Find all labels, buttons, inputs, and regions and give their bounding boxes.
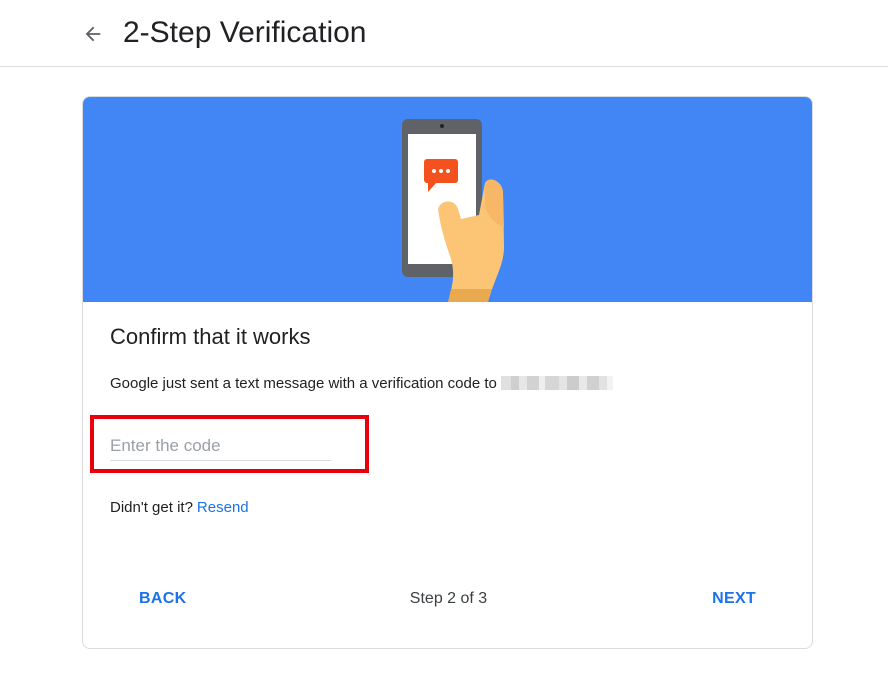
next-button[interactable]: NEXT <box>696 586 772 612</box>
verification-card: Confirm that it works Google just sent a… <box>82 96 813 649</box>
verification-message: Google just sent a text message with a v… <box>110 374 613 394</box>
resend-line: Didn't get it? Resend <box>110 498 249 518</box>
message-text: Google just sent a text message with a v… <box>110 375 497 392</box>
card-heading: Confirm that it works <box>110 324 311 349</box>
page: 2-Step Verification Confirm that it work… <box>0 0 888 700</box>
redacted-phone-number <box>500 376 613 390</box>
phone-with-message-icon <box>402 119 504 302</box>
page-header: 2-Step Verification <box>0 0 888 67</box>
banner <box>83 97 812 302</box>
resend-link[interactable]: Resend <box>197 499 249 516</box>
resend-prompt: Didn't get it? <box>110 499 193 516</box>
code-input[interactable] <box>110 431 331 461</box>
page-title: 2-Step Verification <box>123 16 367 49</box>
arrow-left-icon[interactable] <box>80 19 106 49</box>
